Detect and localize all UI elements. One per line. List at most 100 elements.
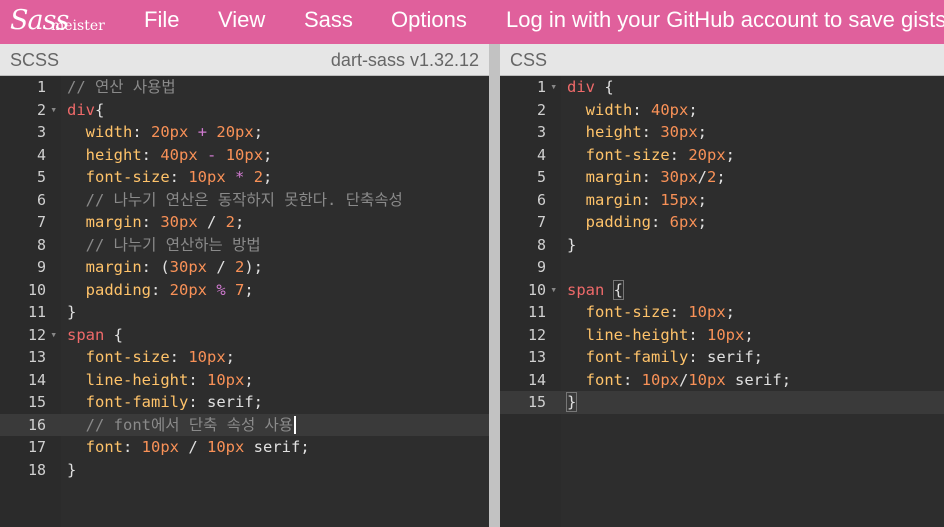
code-line[interactable]: line-height: 10px; (561, 324, 944, 347)
code-line[interactable]: margin: 30px/2; (561, 166, 944, 189)
fold-arrow-icon[interactable]: ▾ (50, 99, 57, 122)
code-token: { (104, 325, 123, 344)
code-token: div (67, 100, 95, 119)
code-line[interactable]: // 나누기 연산은 동작하지 못한다. 단축속성 (61, 189, 489, 212)
code-line[interactable]: span { (61, 324, 489, 347)
code-token: / (697, 168, 708, 186)
code-line[interactable]: height: 30px; (561, 121, 944, 144)
code-token: ; (300, 438, 310, 456)
code-token: serif (207, 393, 254, 411)
github-login-link[interactable]: Log in with your GitHub account to save … (506, 7, 944, 33)
code-token: : (641, 123, 661, 141)
line-number-text: 7 (36, 213, 46, 231)
line-number: 9 (500, 256, 561, 279)
code-token: ; (697, 213, 708, 231)
css-code-area[interactable]: div { width: 40px; height: 30px; font-si… (561, 76, 944, 527)
code-token: 20px (151, 123, 189, 141)
panel-divider[interactable] (489, 44, 500, 527)
fold-arrow-icon[interactable]: ▾ (50, 324, 57, 347)
line-number: 9 (0, 256, 61, 279)
code-line[interactable]: font: 10px/10px serif; (561, 369, 944, 392)
menu-file[interactable]: File (144, 7, 179, 33)
menu-view[interactable]: View (218, 7, 265, 33)
line-number: 3 (500, 121, 561, 144)
code-token: 30px (160, 213, 198, 231)
line-number-text: 11 (27, 303, 46, 321)
code-token: 15px (660, 190, 698, 209)
code-line[interactable]: // 연산 사용법 (61, 76, 489, 99)
fold-arrow-icon[interactable]: ▾ (550, 76, 557, 99)
code-token: serif (707, 348, 754, 366)
code-line[interactable]: font-family: serif; (61, 391, 489, 414)
code-line[interactable]: } (61, 459, 489, 482)
code-token: : (632, 100, 652, 119)
scss-editor[interactable]: 1 2 ▾ 3 4 5 6 7 8 9 10 11 12 ▾ 13 14 15 16 17 18 // 연산 사용법 d… (0, 76, 489, 527)
code-token: : (641, 190, 661, 209)
css-panel: CSS 1 ▾ 2 3 4 5 6 7 8 9 10 ▾ 11 12 13 14 15 div { width:… (500, 44, 944, 527)
code-token: // 나누기 연산은 동작하지 못한다. 단축속성 (85, 190, 403, 209)
code-line[interactable]: font-size: 20px; (561, 144, 944, 167)
code-line[interactable]: div { (561, 76, 944, 99)
code-line[interactable]: } (61, 301, 489, 324)
menu-options[interactable]: Options (391, 7, 467, 33)
code-line[interactable]: } (561, 391, 944, 414)
code-line[interactable]: height: 40px - 10px; (61, 144, 489, 167)
code-line[interactable]: margin: (30px / 2); (61, 256, 489, 279)
code-token: : (188, 393, 207, 411)
code-line[interactable]: width: 20px + 20px; (61, 121, 489, 144)
line-number: 5 (0, 166, 61, 189)
code-token: ; (781, 370, 792, 389)
line-number-text: 8 (36, 235, 46, 254)
code-line[interactable]: // 나누기 연산하는 방법 (61, 234, 489, 257)
code-line[interactable] (561, 256, 944, 279)
code-token: margin (85, 258, 142, 276)
code-line[interactable]: div{ (61, 99, 489, 122)
fold-arrow-icon[interactable]: ▾ (550, 279, 557, 302)
code-token: padding (85, 280, 151, 299)
text-cursor (294, 416, 297, 434)
code-token: ; (716, 168, 726, 186)
code-line[interactable]: // font에서 단축 속성 사용 (61, 413, 489, 436)
code-token: 10px (688, 303, 726, 321)
code-token: ; (725, 303, 736, 321)
code-line[interactable]: } (561, 234, 944, 257)
code-token: : (641, 168, 661, 186)
code-line[interactable]: padding: 6px; (561, 211, 944, 234)
line-number-text: 1 (536, 78, 546, 96)
line-number: 12 (500, 324, 561, 347)
code-line[interactable]: span { (561, 279, 944, 302)
line-number: 13 (500, 346, 561, 369)
code-token: ; (225, 348, 236, 366)
code-token: // 연산 사용법 (67, 78, 176, 96)
code-line[interactable]: font-size: 10px; (561, 301, 944, 324)
code-token: 40px (160, 145, 198, 164)
code-token: % (216, 280, 226, 299)
line-number-text: 2 (36, 100, 46, 119)
code-line[interactable]: font-size: 10px * 2; (61, 166, 489, 189)
menu-sass[interactable]: Sass (304, 7, 353, 33)
code-line[interactable]: line-height: 10px; (61, 369, 489, 392)
code-line[interactable]: width: 40px; (561, 99, 944, 122)
code-token: span (567, 280, 605, 299)
code-line[interactable]: font-family: serif; (561, 346, 944, 369)
code-line[interactable]: font: 10px / 10px serif; (61, 436, 489, 459)
sass-version-selector[interactable]: dart-sass v1.32.12 (331, 50, 479, 71)
code-line[interactable]: font-size: 10px; (61, 346, 489, 369)
css-editor[interactable]: 1 ▾ 2 3 4 5 6 7 8 9 10 ▾ 11 12 13 14 15 div { width: 40p… (500, 76, 944, 527)
code-token: serif (735, 370, 782, 389)
code-line[interactable]: margin: 30px / 2; (61, 211, 489, 234)
code-token: } (565, 392, 578, 412)
code-line[interactable]: margin: 15px; (561, 189, 944, 212)
line-number-text: 2 (536, 100, 546, 119)
code-token: font-size (85, 168, 170, 186)
code-token: : (669, 145, 689, 164)
code-line[interactable]: padding: 20px % 7; (61, 279, 489, 302)
scss-code-area[interactable]: // 연산 사용법 div{ width: 20px + 20px; height… (61, 76, 489, 527)
line-number: 15 (0, 391, 61, 414)
line-number-text: 1 (36, 78, 46, 96)
